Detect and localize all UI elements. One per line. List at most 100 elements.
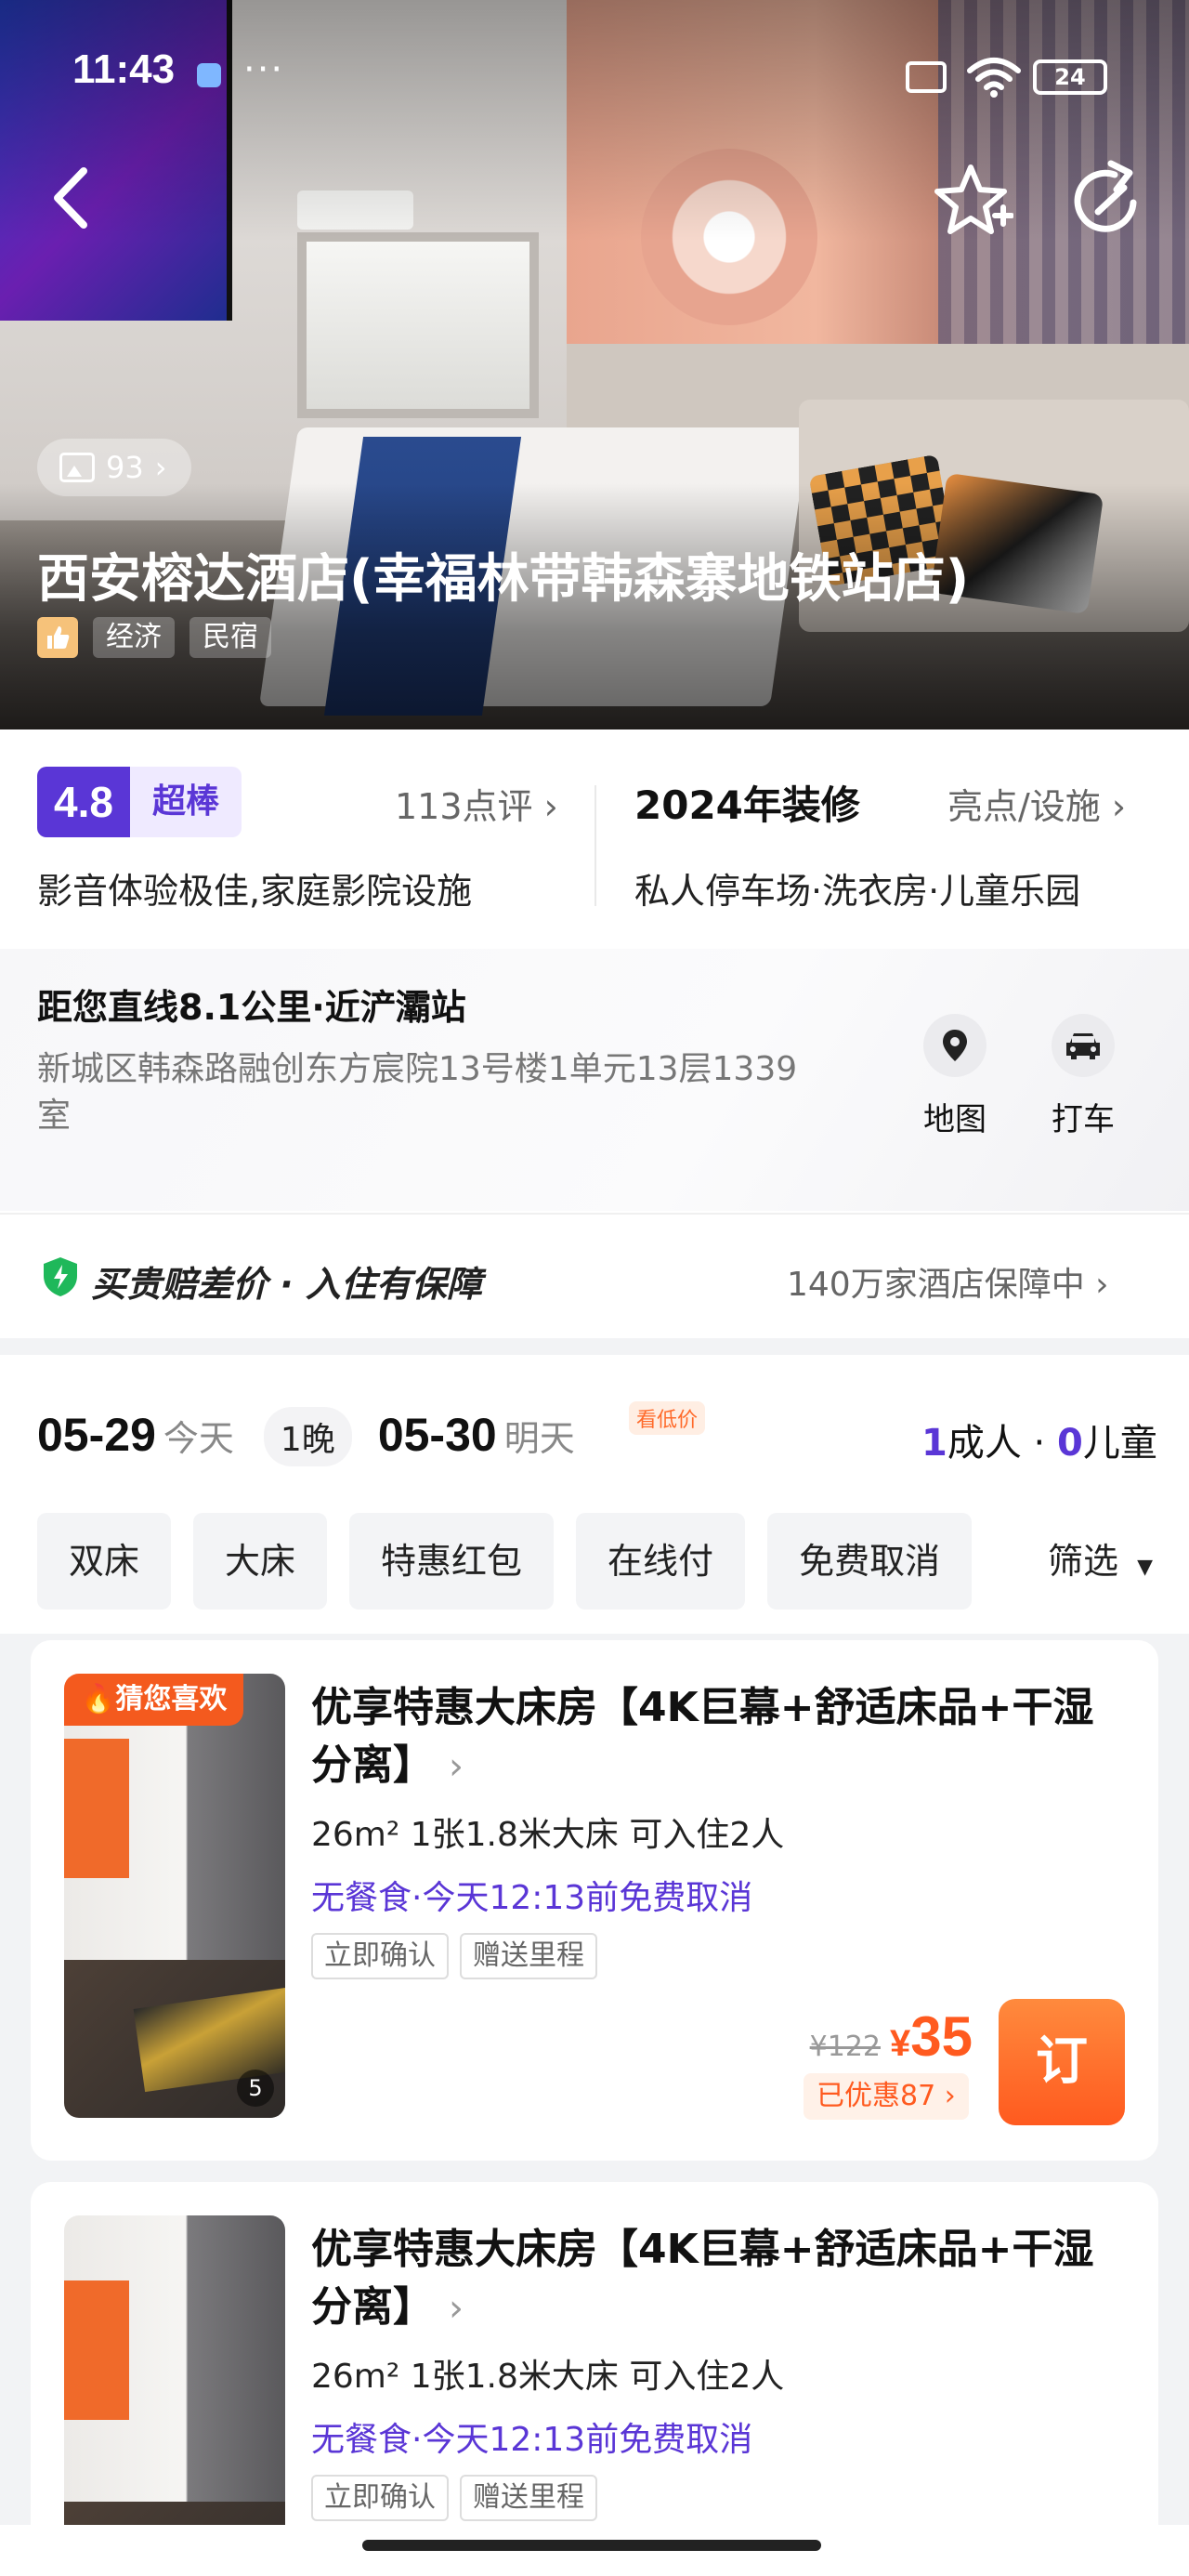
app-notification-icon bbox=[197, 63, 221, 87]
share-icon[interactable] bbox=[1068, 160, 1148, 240]
room-photo[interactable] bbox=[64, 1674, 285, 2118]
shield-check-icon bbox=[44, 1257, 77, 1296]
booking-options: 05-29 今天 1晚 05-30 明天 看低价 1成人 · 0儿童 双床 大床… bbox=[0, 1355, 1189, 1634]
checkout-day: 明天 bbox=[503, 1418, 575, 1459]
children-count: 0 bbox=[1057, 1422, 1083, 1465]
recommended-label: 猜您喜欢 bbox=[115, 1683, 228, 1715]
filter-twin-bed[interactable]: 双床 bbox=[37, 1513, 172, 1610]
rating-label: 超棒 bbox=[129, 767, 242, 837]
guest-selector[interactable]: 1成人 · 0儿童 bbox=[921, 1413, 1157, 1466]
filter-red-packet[interactable]: 特惠红包 bbox=[349, 1513, 555, 1610]
current-price: ¥35 bbox=[890, 2004, 973, 2069]
chevron-right-icon: › bbox=[449, 2287, 464, 2330]
battery-icon: 24 bbox=[1033, 59, 1107, 95]
chevron-right-icon: › bbox=[543, 786, 558, 827]
room-card[interactable]: 🔥猜您喜欢 5 优享特惠大床房【4K巨幕+舒适床品+干湿分离】 › 26m² 1张… bbox=[31, 1640, 1158, 2161]
filter-more-label: 筛选 bbox=[1048, 1541, 1119, 1582]
map-label: 地图 bbox=[923, 1101, 986, 1138]
original-price: ¥122 bbox=[809, 2031, 881, 2063]
more-notifications-icon: ··· bbox=[243, 48, 285, 91]
guarantee-count: 140万家酒店保障中 bbox=[787, 1266, 1085, 1304]
photo-gallery-button[interactable]: 93 › bbox=[37, 439, 191, 496]
recommended-badge: 🔥猜您喜欢 bbox=[64, 1674, 244, 1726]
taxi-label: 打车 bbox=[1052, 1101, 1115, 1138]
caret-down-icon: ▼ bbox=[1137, 1556, 1154, 1579]
room-tag: 立即确认 bbox=[311, 2475, 449, 2521]
room-spec: 26m² 1张1.8米大床 可入住2人 bbox=[311, 1816, 785, 1854]
highlights-label: 亮点/设施 bbox=[947, 786, 1101, 827]
hotel-tag: 经济 bbox=[93, 617, 175, 658]
chevron-right-icon: › bbox=[1111, 786, 1127, 827]
low-price-badge: 看低价 bbox=[629, 1401, 706, 1435]
date-selector[interactable]: 05-29 今天 1晚 05-30 明天 bbox=[37, 1407, 575, 1466]
room-tags: 立即确认 赠送里程 bbox=[311, 2475, 597, 2521]
map-pin-icon bbox=[923, 1014, 986, 1077]
rating-score: 4.8 bbox=[37, 767, 130, 837]
thumbs-up-icon bbox=[37, 617, 78, 658]
price-value: 35 bbox=[910, 2005, 973, 2068]
filter-king-bed[interactable]: 大床 bbox=[193, 1513, 328, 1610]
taxi-button[interactable]: 打车 bbox=[1032, 1014, 1134, 1139]
room-title-text: 优享特惠大床房【4K巨幕+舒适床品+干湿分离】 bbox=[311, 1684, 1094, 1789]
divider bbox=[594, 785, 596, 906]
reviews-link[interactable]: 113点评 › bbox=[395, 778, 558, 829]
chevron-right-icon: › bbox=[154, 450, 167, 485]
flame-icon: 🔥 bbox=[81, 1683, 116, 1715]
room-photo[interactable] bbox=[64, 2215, 285, 2576]
book-button[interactable]: 订 bbox=[999, 1999, 1125, 2125]
photo-count-label: 93 bbox=[106, 450, 144, 485]
image-icon bbox=[59, 453, 95, 482]
rating-description: 影音体验极佳,家庭影院设施 bbox=[37, 871, 473, 912]
address-text: 新城区韩森路融创东方宸院13号楼1单元13层1339室 bbox=[37, 1050, 798, 1135]
filter-chips: 双床 大床 特惠红包 在线付 免费取消 bbox=[37, 1513, 973, 1610]
price-row: ¥122 ¥35 bbox=[810, 2004, 973, 2069]
guarantee-title: 买贵赔差价 · 入住有保障 bbox=[91, 1264, 482, 1305]
room-card[interactable]: 优享特惠大床房【4K巨幕+舒适床品+干湿分离】 › 26m² 1张1.8米大床 可… bbox=[31, 2182, 1158, 2576]
hotel-tag: 民宿 bbox=[189, 617, 271, 658]
rating-badge[interactable]: 4.8 超棒 bbox=[37, 767, 242, 837]
status-time: 11:43 bbox=[72, 46, 176, 92]
discount-amount: 已优惠87 bbox=[817, 2080, 936, 2112]
guest-separator: · bbox=[1021, 1422, 1057, 1465]
reviews-count: 113点评 bbox=[395, 786, 533, 827]
checkout-date: 05-30 bbox=[377, 1409, 497, 1461]
hotel-hero-photo[interactable]: 11:43 ··· 24 93 › 西安榕达酒店(幸福林带韩森寨地铁站店) 经济… bbox=[0, 0, 1189, 729]
nights-count: 1晚 bbox=[263, 1407, 352, 1466]
chevron-right-icon: › bbox=[944, 2080, 956, 2112]
checkin-date: 05-29 bbox=[37, 1409, 156, 1461]
room-tag: 赠送里程 bbox=[460, 2475, 597, 2521]
room-policy: 无餐食·今天12:13前免费取消 bbox=[311, 2421, 753, 2459]
car-icon bbox=[1052, 1014, 1115, 1077]
highlights-facilities-link[interactable]: 亮点/设施 › bbox=[947, 778, 1126, 829]
discount-link[interactable]: 已优惠87 › bbox=[804, 2073, 969, 2120]
room-tags: 立即确认 赠送里程 bbox=[311, 1933, 597, 1979]
map-button[interactable]: 地图 bbox=[904, 1014, 1006, 1139]
home-indicator[interactable] bbox=[362, 2540, 821, 2551]
sim-icon bbox=[906, 61, 947, 93]
adults-count: 1 bbox=[921, 1422, 947, 1465]
room-tag: 赠送里程 bbox=[460, 1933, 597, 1979]
back-arrow-icon[interactable] bbox=[37, 156, 102, 240]
filter-pay-online[interactable]: 在线付 bbox=[576, 1513, 746, 1610]
hotel-type-tags: 经济 民宿 bbox=[37, 617, 271, 658]
status-bar: 11:43 ··· 24 bbox=[0, 0, 1189, 149]
wifi-icon bbox=[967, 58, 1021, 98]
hotel-detail-page: 11:43 ··· 24 93 › 西安榕达酒店(幸福林带韩森寨地铁站店) 经济… bbox=[0, 0, 1189, 2576]
adults-label: 成人 bbox=[947, 1422, 1022, 1465]
price-guarantee-banner[interactable]: 买贵赔差价 · 入住有保障 140万家酒店保障中 › bbox=[0, 1213, 1189, 1338]
filter-free-cancel[interactable]: 免费取消 bbox=[767, 1513, 973, 1610]
guarantee-link[interactable]: 140万家酒店保障中 › bbox=[787, 1257, 1109, 1306]
filter-more-button[interactable]: 筛选 ▼ bbox=[1003, 1513, 1189, 1610]
room-spec: 26m² 1张1.8米大床 可入住2人 bbox=[311, 2358, 785, 2396]
children-label: 儿童 bbox=[1082, 1422, 1157, 1465]
checkin-day: 今天 bbox=[163, 1418, 234, 1459]
hotel-name: 西安榕达酒店(幸福林带韩森寨地铁站店) bbox=[37, 549, 970, 610]
room-title[interactable]: 优享特惠大床房【4K巨幕+舒适床品+干湿分离】 › bbox=[311, 1679, 1129, 1795]
favorite-star-icon[interactable] bbox=[934, 160, 1013, 240]
window-image bbox=[297, 232, 539, 418]
location-panel[interactable]: 距您直线8.1公里·近浐灞站 新城区韩森路融创东方宸院13号楼1单元13层133… bbox=[0, 949, 1189, 1211]
hotel-info-card: 4.8 超棒 113点评 › 影音体验极佳,家庭影院设施 2024年装修 亮点/… bbox=[0, 729, 1189, 1338]
distance-text: 距您直线8.1公里·近浐灞站 bbox=[37, 987, 466, 1028]
chevron-right-icon: › bbox=[449, 1745, 464, 1788]
room-title[interactable]: 优享特惠大床房【4K巨幕+舒适床品+干湿分离】 › bbox=[311, 2221, 1129, 2337]
